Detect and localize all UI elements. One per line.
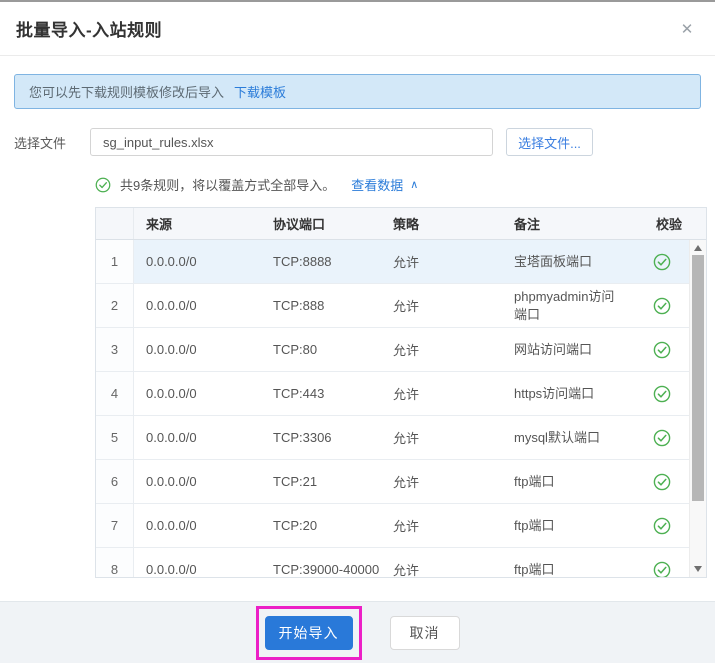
- table-row[interactable]: 6 0.0.0.0/0 TCP:21 允许 ftp端口: [96, 460, 689, 504]
- row-remark: ftp端口: [514, 517, 555, 533]
- filename-input[interactable]: [90, 128, 493, 156]
- row-remark: https访问端口: [514, 385, 595, 401]
- dialog-content: 您可以先下载规则模板修改后导入 下载模板 选择文件 选择文件... 共9条规则，…: [0, 56, 715, 578]
- row-remark: 宝塔面板端口: [514, 253, 593, 269]
- table-row[interactable]: 2 0.0.0.0/0 TCP:888 允许 phpmyadmin访问端口: [96, 284, 689, 328]
- scrollbar-down-arrow-icon[interactable]: [694, 566, 702, 572]
- banner-text: 您可以先下载规则模板修改后导入: [29, 85, 225, 100]
- choose-file-button[interactable]: 选择文件...: [506, 128, 593, 156]
- valid-check-icon: [634, 504, 689, 547]
- header-remark: 备注: [514, 217, 541, 232]
- row-port: TCP:8888: [273, 254, 332, 269]
- table-row[interactable]: 4 0.0.0.0/0 TCP:443 允许 https访问端口: [96, 372, 689, 416]
- row-port: TCP:3306: [273, 430, 332, 445]
- cancel-button[interactable]: 取消: [389, 615, 460, 650]
- valid-check-icon: [634, 328, 689, 371]
- valid-check-icon: [634, 284, 689, 327]
- row-index: 7: [96, 504, 134, 547]
- batch-import-dialog: 批量导入-入站规则 ✕ 您可以先下载规则模板修改后导入 下载模板 选择文件 选择…: [0, 2, 715, 663]
- row-port: TCP:21: [273, 474, 318, 489]
- row-source: 0.0.0.0/0: [146, 518, 197, 533]
- row-policy: 允许: [393, 299, 420, 314]
- row-index: 2: [96, 284, 134, 327]
- valid-check-icon: [634, 372, 689, 415]
- row-remark: ftp端口: [514, 561, 555, 577]
- row-source: 0.0.0.0/0: [146, 386, 197, 401]
- row-index: 6: [96, 460, 134, 503]
- row-policy: 允许: [393, 387, 420, 402]
- table-row[interactable]: 8 0.0.0.0/0 TCP:39000-40000 允许 ftp端口: [96, 548, 689, 577]
- valid-check-icon: [634, 548, 689, 577]
- row-source: 0.0.0.0/0: [146, 342, 197, 357]
- valid-check-icon: [634, 460, 689, 503]
- row-remark: ftp端口: [514, 473, 555, 489]
- row-source: 0.0.0.0/0: [146, 474, 197, 489]
- row-source: 0.0.0.0/0: [146, 562, 197, 577]
- template-hint-banner: 您可以先下载规则模板修改后导入 下载模板: [14, 74, 701, 109]
- row-port: TCP:888: [273, 298, 325, 313]
- notice-text: 共9条规则，将以覆盖方式全部导入。: [120, 178, 336, 193]
- row-remark: phpmyadmin访问端口: [514, 288, 615, 322]
- row-policy: 允许: [393, 255, 420, 270]
- rules-preview-table: 来源 协议端口 策略 备注 校验 1 0.0.0.0/0 TCP:8888 允许 宝塔面…: [95, 207, 707, 578]
- import-notice-row: 共9条规则，将以覆盖方式全部导入。 查看数据 ∧: [95, 175, 701, 194]
- row-port: TCP:20: [273, 518, 318, 533]
- close-icon[interactable]: ✕: [677, 20, 697, 40]
- table-header-row: 来源 协议端口 策略 备注 校验: [96, 208, 706, 240]
- table-rows: 1 0.0.0.0/0 TCP:8888 允许 宝塔面板端口 2 0.0.0.0/0 TCP:…: [96, 240, 689, 577]
- table-row[interactable]: 1 0.0.0.0/0 TCP:8888 允许 宝塔面板端口: [96, 240, 689, 284]
- header-index: [96, 208, 134, 239]
- row-policy: 允许: [393, 519, 420, 534]
- row-remark: 网站访问端口: [514, 341, 593, 357]
- row-source: 0.0.0.0/0: [146, 254, 197, 269]
- header-port: 协议端口: [273, 217, 326, 232]
- scrollbar-thumb[interactable]: [692, 255, 704, 501]
- row-policy: 允许: [393, 431, 420, 446]
- file-picker-row: 选择文件 选择文件...: [14, 128, 701, 156]
- row-port: TCP:443: [273, 386, 325, 401]
- row-policy: 允许: [393, 563, 420, 577]
- file-picker-label: 选择文件: [14, 135, 67, 151]
- scrollbar-up-arrow-icon[interactable]: [694, 245, 702, 251]
- row-index: 5: [96, 416, 134, 459]
- row-index: 8: [96, 548, 134, 577]
- header-source: 来源: [146, 217, 173, 232]
- row-policy: 允许: [393, 475, 420, 490]
- row-index: 4: [96, 372, 134, 415]
- header-check: 校验: [655, 217, 682, 232]
- table-body: 1 0.0.0.0/0 TCP:8888 允许 宝塔面板端口 2 0.0.0.0/0 TCP:…: [96, 240, 706, 577]
- download-template-link[interactable]: 下载模板: [234, 82, 286, 101]
- dialog-title: 批量导入-入站规则: [16, 21, 163, 40]
- valid-check-icon: [634, 416, 689, 459]
- header-policy: 策略: [393, 217, 420, 232]
- table-row[interactable]: 5 0.0.0.0/0 TCP:3306 允许 mysql默认端口: [96, 416, 689, 460]
- chevron-up-icon[interactable]: ∧: [410, 178, 418, 191]
- row-index: 3: [96, 328, 134, 371]
- annotation-highlight-box: 开始导入: [255, 605, 362, 660]
- row-policy: 允许: [393, 343, 420, 358]
- row-source: 0.0.0.0/0: [146, 430, 197, 445]
- row-source: 0.0.0.0/0: [146, 298, 197, 313]
- row-port: TCP:80: [273, 342, 318, 357]
- view-data-link[interactable]: 查看数据: [351, 175, 403, 194]
- table-row[interactable]: 7 0.0.0.0/0 TCP:20 允许 ftp端口: [96, 504, 689, 548]
- table-row[interactable]: 3 0.0.0.0/0 TCP:80 允许 网站访问端口: [96, 328, 689, 372]
- start-import-button[interactable]: 开始导入: [264, 615, 353, 650]
- dialog-footer: 开始导入 取消: [0, 601, 715, 663]
- valid-check-icon: [634, 240, 689, 283]
- success-check-icon: [95, 177, 111, 192]
- row-index: 1: [96, 240, 134, 283]
- row-remark: mysql默认端口: [514, 429, 600, 445]
- table-scrollbar[interactable]: [689, 240, 706, 577]
- dialog-header: 批量导入-入站规则 ✕: [0, 2, 715, 56]
- row-port: TCP:39000-40000: [273, 562, 380, 577]
